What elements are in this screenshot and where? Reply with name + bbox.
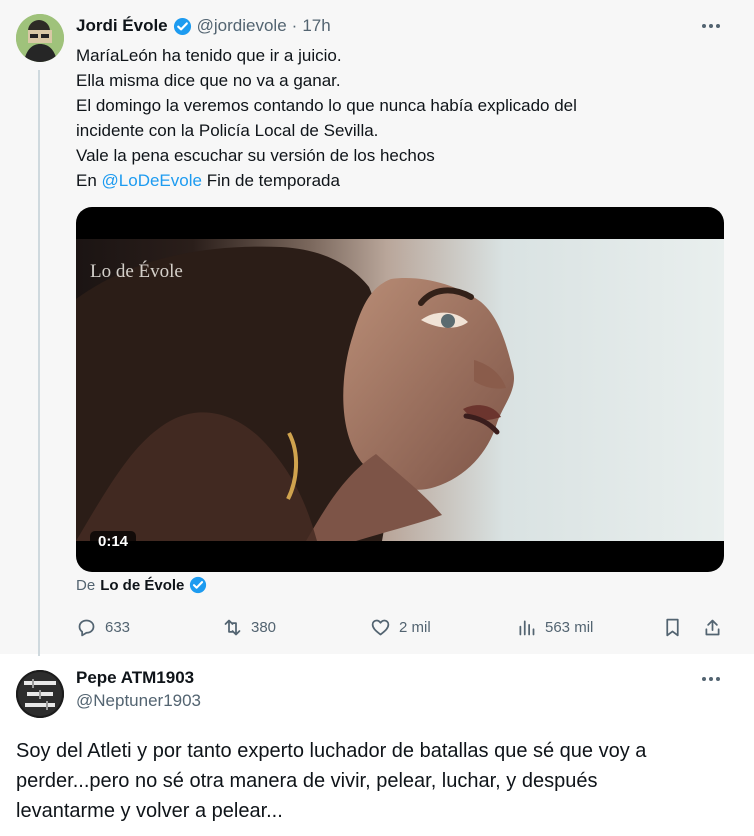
like-count: 2 mil	[399, 618, 431, 636]
like-icon	[371, 619, 390, 635]
author-handle[interactable]: @jordievole	[197, 16, 287, 36]
share-icon	[705, 619, 720, 635]
reply-line: perder...pero no sé otra manera de vivir…	[16, 770, 598, 792]
tweet-line: MaríaLeón ha tenido que ir a juicio.	[76, 46, 342, 65]
reply-count: 633	[105, 618, 131, 636]
repost-count: 380	[251, 618, 277, 636]
tweet-line: Vale la pena escuchar su versión de los …	[76, 146, 435, 165]
like-button[interactable]: 2 mil	[370, 611, 431, 643]
reply-more-icon[interactable]	[698, 668, 724, 690]
repost-icon	[224, 619, 241, 635]
reply-author-handle[interactable]: @Neptuner1903	[76, 689, 201, 713]
tweet-last-line: En @LoDeEvole Fin de temporada	[76, 168, 726, 193]
mention-link[interactable]: @LoDeEvole	[102, 171, 202, 190]
views-button[interactable]: 563 mil	[516, 611, 593, 643]
pepe-atm1903-avatar[interactable]	[16, 670, 64, 718]
bookmark-icon	[666, 618, 679, 636]
jordi-evole-avatar[interactable]	[16, 14, 64, 62]
source-account-link[interactable]: Lo de Évole	[100, 577, 184, 594]
reply-button[interactable]: 633	[76, 611, 130, 643]
source-prefix: De	[76, 577, 96, 594]
video-duration: 0:14	[90, 531, 137, 552]
video-thumbnail[interactable]: Lo de Évole	[76, 239, 724, 541]
verified-badge-icon	[173, 17, 192, 36]
repost-button[interactable]: 380	[222, 611, 276, 643]
share-button[interactable]	[702, 611, 723, 643]
thread-line	[38, 70, 40, 656]
reply-line: levantarme y volver a pelear...	[16, 800, 283, 822]
bookmark-button[interactable]	[662, 611, 683, 643]
reply-line: Soy del Atleti y por tanto experto lucha…	[16, 740, 647, 762]
video-source: De Lo de Évole	[76, 576, 208, 595]
main-tweet-text: MaríaLeón ha tenido que ir a juicio. Ell…	[76, 43, 726, 193]
views-icon	[519, 620, 535, 635]
reply-icon	[78, 619, 95, 636]
more-icon[interactable]	[698, 15, 724, 37]
video-player[interactable]: Lo de Évole 0:14	[76, 207, 724, 572]
reply-tweet-header: Pepe ATM1903 @Neptuner1903	[76, 667, 201, 713]
source-verified-badge-icon	[189, 576, 208, 595]
video-watermark: Lo de Évole	[90, 261, 183, 282]
view-count: 563 mil	[545, 618, 594, 636]
reply-tweet-text: Soy del Atleti y por tanto experto lucha…	[16, 736, 736, 826]
last-line-prefix: En	[76, 171, 102, 190]
tweet-line: incidente con la Policía Local de Sevill…	[76, 121, 379, 140]
main-tweet-header: Jordi Évole @jordievole · 17h	[76, 14, 331, 38]
tweet-time[interactable]: 17h	[302, 16, 330, 36]
tweet-actions: 633 380 2 mil 563 mil	[76, 611, 726, 643]
reply-author-name[interactable]: Pepe ATM1903	[76, 667, 201, 689]
last-line-suffix: Fin de temporada	[201, 171, 340, 190]
tweet-line: El domingo la veremos contando lo que nu…	[76, 96, 577, 115]
author-name[interactable]: Jordi Évole	[76, 16, 168, 36]
tweet-line: Ella misma dice que no va a ganar.	[76, 71, 341, 90]
separator-dot: ·	[291, 16, 298, 35]
